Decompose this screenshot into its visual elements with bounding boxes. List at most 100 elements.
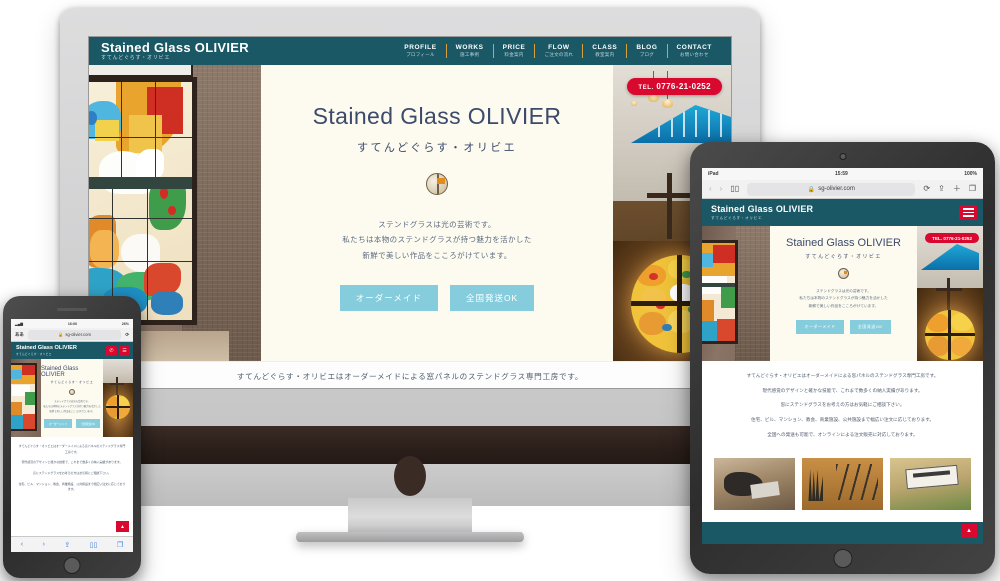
nav-label-en: PRICE bbox=[502, 43, 526, 51]
nav-label-en: WORKS bbox=[455, 43, 484, 51]
nav-label-jp: ご注文の流れ bbox=[544, 52, 574, 58]
nationwide-shipping-button[interactable]: 全国発送OK bbox=[449, 285, 535, 312]
phone-back-to-top-button[interactable]: ▲ bbox=[116, 521, 129, 532]
phone-order-made-button[interactable]: オーダーメイド bbox=[43, 419, 72, 429]
phone-brand-title: Stained Glass OLIVIER bbox=[16, 345, 77, 351]
tablet-battery-label: 100% bbox=[964, 171, 977, 177]
back-icon[interactable]: ‹ bbox=[709, 185, 712, 193]
nav-item-works[interactable]: WORKS 施工事例 bbox=[445, 43, 493, 59]
tablet-body-line-4: 住宅、ビル、マンション、教会、商業施設、公共施設まで幅広い注文に応じております。 bbox=[751, 417, 934, 423]
hamburger-icon[interactable]: ☰ bbox=[119, 345, 130, 356]
share-icon[interactable]: ⇪ bbox=[938, 185, 945, 193]
phone-brand-block[interactable]: Stained Glass OLIVIER すてんどぐらす・オリビエ bbox=[16, 345, 77, 356]
nav-label-jp: 施工事例 bbox=[460, 52, 480, 58]
monitor-bezel: Stained Glass OLIVIER すてんどぐらす・オリビエ PROFI… bbox=[60, 8, 760, 426]
back-to-top-button[interactable]: ▲ bbox=[961, 523, 977, 538]
screenshot-stage: Stained Glass OLIVIER すてんどぐらす・オリビエ PROFI… bbox=[0, 0, 1000, 581]
tablet-body-text: すてんどぐらす・オリビエはオーダーメイドによる窓パネルのステンドグラス専門工房で… bbox=[702, 361, 983, 454]
phone-address-bar[interactable]: 🔒 sg-olivier.com bbox=[27, 329, 122, 340]
phone-screen: ▂▄▆ 16:00 26% ああ 🔒 sg-olivier.com ⟳ Stai… bbox=[11, 319, 133, 552]
nav-item-class[interactable]: CLASS 教室案内 bbox=[582, 43, 626, 59]
tablet-site-header: Stained Glass OLIVIER すてんどぐらす・オリビエ bbox=[702, 199, 983, 226]
forward-icon[interactable]: › bbox=[720, 185, 723, 193]
telephone-badge[interactable]: TEL. 0776-21-0252 bbox=[627, 78, 722, 95]
craftsman-hands-thumbnail[interactable] bbox=[714, 457, 795, 510]
tablet-address-bar[interactable]: 🔒 sg-olivier.com bbox=[747, 182, 916, 196]
tablet-body-line-5: 全国への発送も可能で、オンラインによる注文販売に対応しております。 bbox=[767, 431, 918, 437]
phone-body-line-4: 住宅、ビル、マンション、教会、商業施設、公共施設まで幅広い注文に応じております。 bbox=[18, 481, 126, 492]
reload-icon[interactable]: ⟳ bbox=[125, 332, 129, 338]
phone-body-text: すてんどぐらす・オリビエはオーダーメイドによる窓パネルのステンドグラス専門工房で… bbox=[11, 437, 133, 502]
lock-icon: 🔒 bbox=[807, 186, 816, 193]
phone-speaker-icon bbox=[57, 308, 87, 311]
hero-subtitle: すてんどぐらす・オリビエ bbox=[356, 142, 518, 154]
desktop-screen: Stained Glass OLIVIER すてんどぐらす・オリビエ PROFI… bbox=[88, 36, 732, 389]
hero-description: ステンドグラスは光の芸術です。 私たちは本物のステンドグラスが持つ魅力を活かした… bbox=[342, 217, 531, 263]
brand-title: Stained Glass OLIVIER bbox=[101, 40, 249, 55]
hero-description-line-1: ステンドグラスは光の芸術です。 bbox=[378, 220, 496, 229]
phone-header-actions: ✆ ☰ bbox=[106, 345, 130, 356]
tablet-tel-prefix: TEL. bbox=[932, 235, 943, 241]
phone-hero-section: Stained Glass OLIVIER すてんどぐらす・オリビエ ステンドグ… bbox=[11, 359, 133, 437]
phone-church-image bbox=[103, 359, 133, 437]
nav-item-contact[interactable]: CONTACT お問い合わせ bbox=[666, 43, 722, 59]
nav-item-profile[interactable]: PROFILE プロフィール bbox=[395, 44, 445, 59]
tabs-icon[interactable]: ❐ bbox=[969, 185, 976, 193]
phone-browser-toolbar: ああ 🔒 sg-olivier.com ⟳ bbox=[11, 328, 133, 342]
forward-icon[interactable]: › bbox=[43, 541, 45, 548]
hero-description-line-2: 私たちは本物のステンドグラスが持つ魅力を活かした bbox=[342, 235, 532, 245]
reload-icon[interactable]: ⟳ bbox=[923, 185, 930, 193]
phone-body-line-2: 現代感覚のデザインと確かな技能で、これまで数多くの納入実績があります。 bbox=[21, 460, 123, 465]
bookmarks-icon[interactable]: ▯▯ bbox=[730, 185, 739, 193]
hero-description-line-3: 新鮮で美しい作品をこころがけています。 bbox=[362, 250, 512, 260]
tablet-footer-bar: ▲ bbox=[702, 521, 983, 544]
tablet-url-text: sg-olivier.com bbox=[818, 186, 855, 192]
back-icon[interactable]: ‹ bbox=[21, 541, 23, 548]
tablet-brand-title: Stained Glass OLIVIER bbox=[711, 204, 814, 214]
hero-title: Stained Glass OLIVIER bbox=[312, 103, 562, 129]
tablet-body-line-2: 現代感覚のデザインと確かな技能で、これまで数多くの納入実績があります。 bbox=[762, 387, 923, 393]
phone-hero-description: ステンドグラスは光の芸術です。 私たちは本物のステンドグラスが持つ魅力を活かした… bbox=[43, 400, 100, 414]
tablet-hero-content: Stained Glass OLIVIER すてんどぐらす・オリビエ ステンドグ… bbox=[770, 226, 917, 361]
share-icon[interactable]: ⇪ bbox=[64, 541, 70, 549]
footer-tagline: すてんどぐらす・オリビエはオーダーメイドによる窓パネルのステンドグラス専門工房で… bbox=[236, 371, 584, 381]
text-size-button[interactable]: ああ bbox=[15, 332, 24, 338]
phone-nationwide-shipping-button[interactable]: 全国発送OK bbox=[75, 419, 101, 429]
nav-item-blog[interactable]: BLOG ブログ bbox=[626, 43, 666, 59]
tablet-telephone-badge[interactable]: TEL. 0776-21-0252 bbox=[925, 233, 979, 243]
nav-label-jp: 料金案内 bbox=[504, 52, 524, 58]
brand-block[interactable]: Stained Glass OLIVIER すてんどぐらす・オリビエ bbox=[101, 41, 249, 61]
tablet-nationwide-shipping-button[interactable]: 全国発送OK bbox=[849, 320, 891, 335]
new-tab-icon[interactable]: ＋ bbox=[953, 185, 961, 193]
tablet-hero-line-1: ステンドグラスは光の芸術です。 bbox=[816, 289, 871, 293]
nav-label-en: FLOW bbox=[548, 43, 570, 51]
tablet-olivier-logo-icon bbox=[838, 268, 849, 279]
tablet-hero-line-3: 新鮮で美しい作品をこころがけています。 bbox=[808, 303, 879, 308]
phone-icon[interactable]: ✆ bbox=[106, 345, 117, 356]
tablet-tel-number: 0776-21-0252 bbox=[943, 235, 972, 241]
tablet-order-made-button[interactable]: オーダーメイド bbox=[796, 320, 844, 335]
nav-label-jp: 教室案内 bbox=[595, 52, 615, 58]
olivier-logo-icon bbox=[426, 173, 448, 195]
phone-home-button[interactable] bbox=[63, 557, 81, 574]
tablet-hero-description: ステンドグラスは光の芸術です。 私たちは本物のステンドグラスが持つ魅力を活かした… bbox=[799, 288, 887, 310]
tablet-home-button[interactable] bbox=[833, 549, 852, 568]
tablet-status-bar: iPad 15:59 100% bbox=[702, 168, 983, 180]
tablet-carrier-label: iPad bbox=[708, 171, 719, 177]
bookmarks-icon[interactable]: ▯▯ bbox=[90, 541, 98, 549]
tablet-mockup: iPad 15:59 100% ‹ › ▯▯ 🔒 sg-olivier.com … bbox=[690, 142, 995, 574]
phone-site-header: Stained Glass OLIVIER すてんどぐらす・オリビエ ✆ ☰ bbox=[11, 342, 133, 359]
nav-item-price[interactable]: PRICE 料金案内 bbox=[492, 43, 535, 59]
tablet-clock: 15:59 bbox=[834, 171, 848, 177]
tablet-brand-block[interactable]: Stained Glass OLIVIER すてんどぐらす・オリビエ bbox=[711, 204, 813, 221]
tabs-icon[interactable]: ❐ bbox=[117, 541, 123, 549]
hero-content: Stained Glass OLIVIER すてんどぐらす・オリビエ ステンドグ… bbox=[261, 65, 613, 361]
nav-item-flow[interactable]: FLOW ご注文の流れ bbox=[534, 43, 582, 59]
tablet-screen: iPad 15:59 100% ‹ › ▯▯ 🔒 sg-olivier.com … bbox=[702, 168, 983, 544]
olivier-signboard-thumbnail[interactable] bbox=[890, 457, 971, 510]
nav-label-en: BLOG bbox=[636, 43, 658, 51]
order-made-button[interactable]: オーダーメイド bbox=[339, 285, 438, 312]
phone-stained-glass-image bbox=[11, 359, 41, 437]
hamburger-icon[interactable] bbox=[959, 205, 977, 220]
workshop-tools-thumbnail[interactable] bbox=[802, 457, 883, 510]
